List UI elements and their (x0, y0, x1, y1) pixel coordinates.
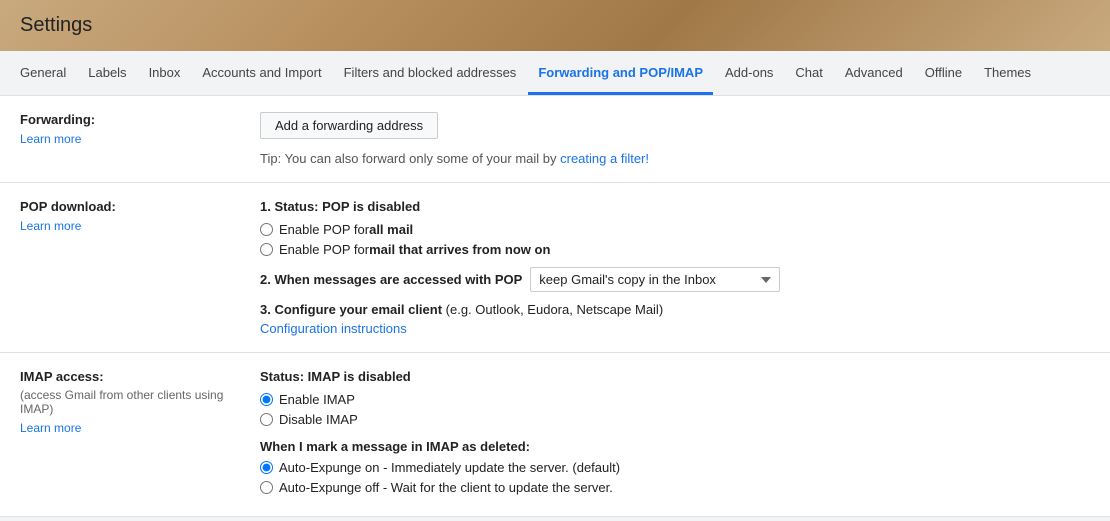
tab-general[interactable]: General (10, 51, 76, 95)
settings-nav: General Labels Inbox Accounts and Import… (0, 51, 1110, 96)
imap-auto-expunge-off-row: Auto-Expunge off - Wait for the client t… (260, 480, 1090, 495)
configure-client-text: 3. Configure your email client (e.g. Out… (260, 302, 1090, 317)
add-forwarding-address-button[interactable]: Add a forwarding address (260, 112, 438, 139)
imap-disable-label: Disable IMAP (279, 412, 358, 427)
tab-chat[interactable]: Chat (785, 51, 832, 95)
tab-inbox[interactable]: Inbox (139, 51, 191, 95)
imap-auto-expunge-on-radio[interactable] (260, 461, 273, 474)
forwarding-section: Forwarding: Learn more Add a forwarding … (0, 96, 1110, 183)
tab-themes[interactable]: Themes (974, 51, 1041, 95)
pop-heading: POP download: (20, 199, 230, 214)
pop-learn-more[interactable]: Learn more (20, 219, 81, 233)
creating-filter-link[interactable]: creating a filter! (560, 151, 649, 166)
imap-status: Status: IMAP is disabled (260, 369, 1090, 384)
forwarding-tip: Tip: You can also forward only some of y… (260, 151, 1090, 166)
imap-auto-expunge-off-label: Auto-Expunge off - Wait for the client t… (279, 480, 613, 495)
pop-content: 1. Status: POP is disabled Enable POP fo… (250, 199, 1090, 336)
imap-content: Status: IMAP is disabled Enable IMAP Dis… (250, 369, 1090, 500)
pop-action-select[interactable]: keep Gmail's copy in the Inbox mark Gmai… (530, 267, 780, 292)
imap-section: IMAP access: (access Gmail from other cl… (0, 353, 1110, 517)
when-messages-label: 2. When messages are accessed with POP (260, 272, 522, 287)
pop-status: 1. Status: POP is disabled (260, 199, 1090, 214)
tab-labels[interactable]: Labels (78, 51, 136, 95)
imap-auto-expunge-on-row: Auto-Expunge on - Immediately update the… (260, 460, 1090, 475)
tip-prefix: Tip: You can also forward only some of y… (260, 151, 557, 166)
tab-accounts-import[interactable]: Accounts and Import (192, 51, 331, 95)
pop-label-area: POP download: Learn more (20, 199, 250, 233)
configuration-instructions-link[interactable]: Configuration instructions (260, 321, 407, 336)
tab-forwarding-pop-imap[interactable]: Forwarding and POP/IMAP (528, 51, 713, 95)
imap-enable-row: Enable IMAP (260, 392, 1090, 407)
forwarding-learn-more[interactable]: Learn more (20, 132, 81, 146)
imap-disable-radio[interactable] (260, 413, 273, 426)
settings-content: Forwarding: Learn more Add a forwarding … (0, 96, 1110, 517)
pop-all-mail-radio[interactable] (260, 223, 273, 236)
pop-radio-all-mail: Enable POP for all mail (260, 222, 1090, 237)
when-messages-row: 2. When messages are accessed with POP k… (260, 267, 1090, 292)
imap-auto-expunge-on-label: Auto-Expunge on - Immediately update the… (279, 460, 620, 475)
imap-label-area: IMAP access: (access Gmail from other cl… (20, 369, 250, 435)
pop-from-now-prefix: Enable POP for (279, 242, 369, 257)
forwarding-label-area: Forwarding: Learn more (20, 112, 250, 146)
configure-bold: 3. Configure your email client (260, 302, 442, 317)
tab-offline[interactable]: Offline (915, 51, 972, 95)
imap-enable-radio[interactable] (260, 393, 273, 406)
pop-from-now-bold: mail that arrives from now on (369, 242, 550, 257)
imap-description: (access Gmail from other clients using I… (20, 388, 230, 416)
imap-auto-expunge-off-radio[interactable] (260, 481, 273, 494)
page-title: Settings (20, 14, 92, 36)
pop-all-mail-bold: all mail (369, 222, 413, 237)
configure-detail: (e.g. Outlook, Eudora, Netscape Mail) (442, 302, 663, 317)
imap-heading: IMAP access: (20, 369, 230, 384)
imap-disable-row: Disable IMAP (260, 412, 1090, 427)
pop-download-section: POP download: Learn more 1. Status: POP … (0, 183, 1110, 353)
imap-learn-more[interactable]: Learn more (20, 421, 81, 435)
imap-enable-label: Enable IMAP (279, 392, 355, 407)
when-mark-deleted-label: When I mark a message in IMAP as deleted… (260, 439, 1090, 454)
pop-radio-from-now: Enable POP for mail that arrives from no… (260, 242, 1090, 257)
forwarding-heading: Forwarding: (20, 112, 230, 127)
tab-add-ons[interactable]: Add-ons (715, 51, 783, 95)
pop-from-now-radio[interactable] (260, 243, 273, 256)
tab-filters[interactable]: Filters and blocked addresses (334, 51, 527, 95)
pop-all-mail-prefix: Enable POP for (279, 222, 369, 237)
tab-advanced[interactable]: Advanced (835, 51, 913, 95)
settings-header: Settings (0, 0, 1110, 51)
forwarding-content: Add a forwarding address Tip: You can al… (250, 112, 1090, 166)
